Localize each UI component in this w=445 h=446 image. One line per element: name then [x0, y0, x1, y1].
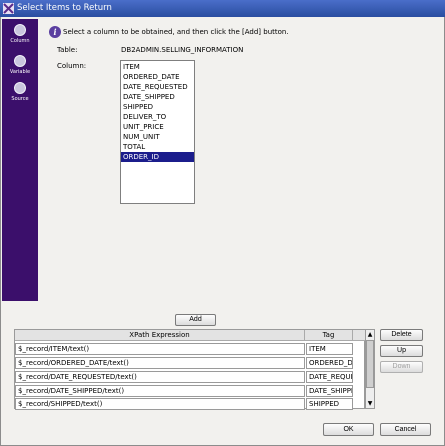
table-row[interactable]: $_record/ORDERED_DATE/text() ORDERED_DAT — [15, 356, 366, 370]
down-button[interactable]: Down — [380, 361, 423, 373]
xpath-cell[interactable]: $_record/SHIPPED/text() — [15, 398, 305, 410]
tag-cell[interactable]: ITEM — [306, 343, 353, 355]
table-scrollbar[interactable]: ▲ ▼ — [365, 329, 375, 409]
sidebar-item-label: Source — [11, 96, 29, 102]
scroll-up-arrow-icon[interactable]: ▲ — [366, 330, 374, 339]
list-item[interactable]: UNIT_PRICE — [121, 122, 194, 132]
scroll-down-arrow-icon[interactable]: ▼ — [366, 399, 374, 408]
list-item[interactable]: TOTAL — [121, 142, 194, 152]
source-icon — [14, 82, 26, 94]
xpath-cell[interactable]: $_record/DATE_REQUESTED/text() — [15, 371, 305, 383]
scroll-thumb[interactable] — [366, 340, 374, 388]
list-item-selected[interactable]: ORDER_ID — [121, 152, 194, 162]
tag-cell[interactable]: DATE_REQUES — [306, 371, 353, 383]
ok-button[interactable]: OK — [323, 423, 374, 436]
info-icon: i — [49, 26, 61, 38]
app-icon — [3, 3, 14, 14]
title-bar: Select Items to Return — [0, 0, 445, 17]
window-title: Select Items to Return — [17, 3, 112, 13]
list-item[interactable]: NUM_UNIT — [121, 132, 194, 142]
up-button[interactable]: Up — [380, 345, 423, 357]
column-listbox[interactable]: ITEM ORDERED_DATE DATE_REQUESTED DATE_SH… — [120, 60, 195, 204]
sidebar-item-variable[interactable]: Variable — [2, 54, 38, 80]
column-header-xpath[interactable]: XPath Expression — [15, 330, 305, 341]
column-header-blank — [353, 330, 365, 341]
column-header-tag[interactable]: Tag — [305, 330, 353, 341]
table-label: Table: — [57, 46, 78, 54]
table-row[interactable]: $_record/DATE_SHIPPED/text() DATE_SHIPPE… — [15, 384, 366, 398]
cancel-button[interactable]: Cancel — [380, 423, 431, 436]
xpath-cell[interactable]: $_record/ITEM/text() — [15, 343, 305, 355]
tag-cell[interactable]: ORDERED_DAT — [306, 357, 353, 369]
table-row[interactable]: $_record/ITEM/text() ITEM — [15, 342, 366, 356]
tag-cell[interactable]: SHIPPED — [306, 398, 353, 410]
table-row[interactable]: $_record/SHIPPED/text() SHIPPED — [15, 397, 366, 411]
sidebar-item-label: Column — [10, 38, 30, 44]
add-button[interactable]: Add — [175, 314, 216, 326]
tag-cell[interactable]: DATE_SHIPPED — [306, 385, 353, 397]
delete-button[interactable]: Delete — [380, 329, 423, 341]
table-row[interactable]: $_record/DATE_REQUESTED/text() DATE_REQU… — [15, 370, 366, 384]
xpath-cell[interactable]: $_record/DATE_SHIPPED/text() — [15, 385, 305, 397]
column-icon — [14, 24, 26, 36]
sidebar: Column Variable Source — [2, 19, 38, 301]
table-value: DB2ADMIN.SELLING_INFORMATION — [121, 46, 244, 54]
instruction-text: Select a column to be obtained, and then… — [63, 28, 289, 36]
sidebar-item-label: Variable — [9, 69, 31, 75]
list-item[interactable]: DATE_REQUESTED — [121, 82, 194, 92]
list-item[interactable]: ORDERED_DATE — [121, 72, 194, 82]
sidebar-item-source[interactable]: Source — [2, 81, 38, 107]
xpath-cell[interactable]: $_record/ORDERED_DATE/text() — [15, 357, 305, 369]
column-label: Column: — [57, 62, 87, 70]
sidebar-item-column[interactable]: Column — [2, 23, 38, 49]
variable-icon — [14, 55, 26, 67]
xpath-table: XPath Expression Tag $_record/ITEM/text(… — [14, 329, 366, 411]
list-item[interactable]: SHIPPED — [121, 102, 194, 112]
list-item[interactable]: DATE_SHIPPED — [121, 92, 194, 102]
list-item[interactable]: ITEM — [121, 62, 194, 72]
list-item[interactable]: DELIVER_TO — [121, 112, 194, 122]
